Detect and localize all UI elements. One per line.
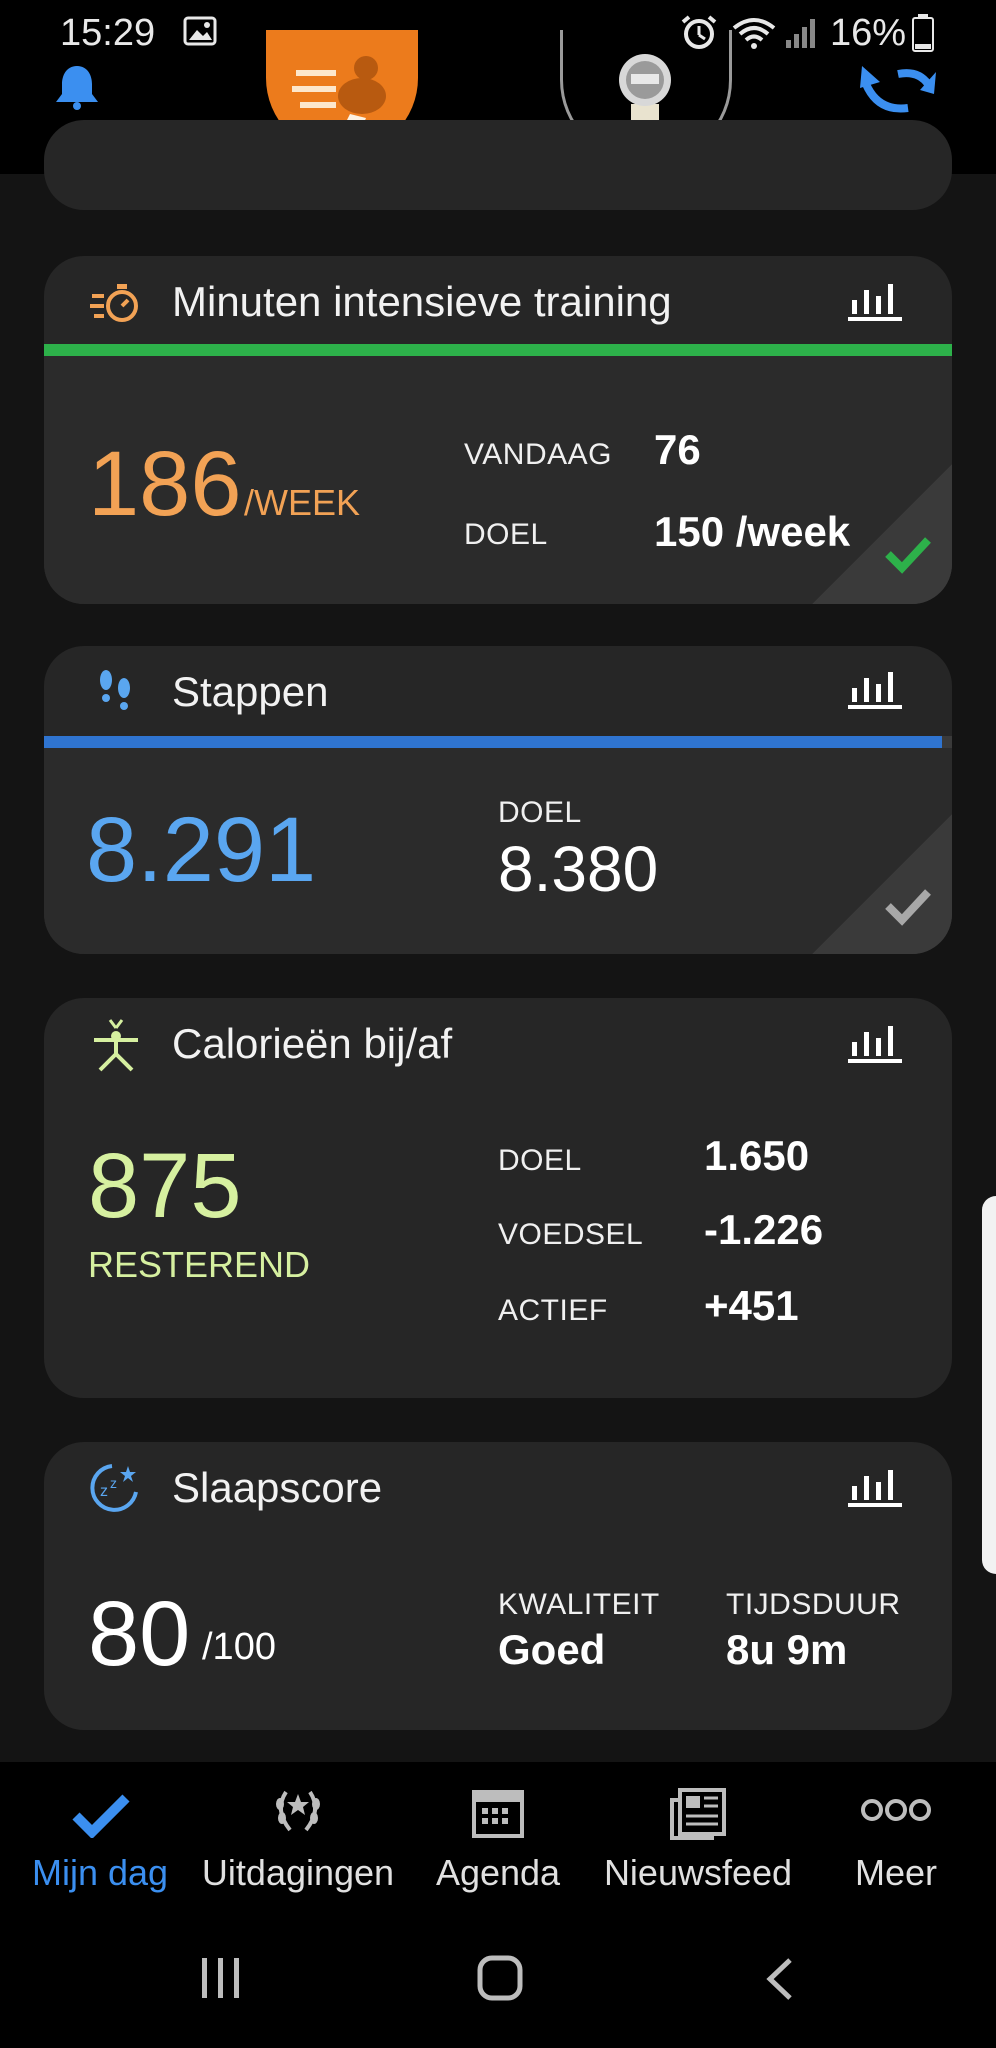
newsfeed-icon [670, 1788, 726, 1840]
goal-label: DOEL [464, 518, 548, 551]
nav-label-mijn-dag: Mijn dag [31, 1852, 169, 1893]
remaining-label: RESTEREND [88, 1244, 311, 1285]
goal-label: DOEL [498, 796, 582, 829]
quality-label: KWALITEIT [498, 1588, 660, 1621]
nav-label-nieuwsfeed: Nieuwsfeed [603, 1852, 793, 1893]
nav-label-agenda: Agenda [435, 1852, 561, 1893]
active-label: ACTIEF [498, 1294, 608, 1327]
duration-label: TIJDSDUUR [726, 1588, 901, 1621]
edge-panel-handle[interactable] [982, 1196, 996, 1574]
progress-track [44, 736, 952, 748]
svg-text:z: z [100, 1483, 108, 1500]
big-value: 80 [88, 1583, 191, 1685]
progress-bar [44, 344, 952, 356]
calendar-icon [472, 1790, 524, 1838]
unit-label: /WEEK [244, 482, 361, 523]
card-title: Slaapscore [172, 1464, 383, 1511]
nav-label-meer: Meer [854, 1852, 938, 1893]
today-value: 76 [654, 426, 701, 473]
recent-apps-icon[interactable] [198, 1956, 246, 2000]
steps-card[interactable]: Stappen 8.291 DOEL 8.380 [44, 646, 952, 954]
big-value: 8.291 [86, 799, 317, 901]
gallery-notification-icon [183, 16, 217, 46]
sleep-icon: z z [90, 1464, 138, 1512]
more-icon [861, 1799, 931, 1821]
nav-label-uitdagingen: Uitdagingen [201, 1852, 395, 1893]
unit-label: /100 [202, 1626, 276, 1668]
svg-text:z: z [110, 1475, 117, 1491]
big-value: 186 [88, 433, 242, 535]
footsteps-icon [100, 670, 130, 710]
watch-icon [619, 54, 671, 126]
card-title: Stappen [172, 668, 329, 715]
checkmark-icon [885, 889, 931, 926]
progress-fill [44, 736, 942, 748]
checkmark-icon [885, 537, 931, 574]
chart-icon[interactable] [848, 278, 904, 322]
sync-icon[interactable] [858, 60, 938, 118]
food-label: VOEDSEL [498, 1218, 644, 1251]
sleep-score-card[interactable]: z z Slaapscore 80 /100 KWALITEIT Goed TI… [44, 1442, 952, 1730]
battery-icon [912, 14, 934, 52]
back-icon[interactable] [764, 1956, 796, 2002]
signal-icon [786, 19, 815, 48]
goal-corner [812, 814, 952, 954]
previous-card-peek [44, 120, 952, 210]
duration-value: 8u 9m [726, 1626, 848, 1673]
laurel-icon [276, 1790, 320, 1832]
goal-value: 1.650 [704, 1132, 810, 1179]
goal-value: 8.380 [498, 833, 659, 905]
chart-icon[interactable] [848, 1020, 904, 1064]
quality-value: Goed [498, 1626, 606, 1673]
stopwatch-icon [90, 284, 138, 322]
food-value: -1.226 [704, 1206, 824, 1253]
wifi-icon [732, 18, 776, 49]
chart-icon[interactable] [848, 666, 904, 710]
battery-percentage: 16% [830, 12, 907, 54]
card-title: Minuten intensieve training [172, 278, 672, 325]
goal-label: DOEL [498, 1144, 582, 1177]
card-title: Calorieën bij/af [172, 1020, 453, 1067]
calorie-figure-icon [94, 1019, 138, 1072]
status-time: 15:29 [60, 12, 156, 54]
active-value: +451 [704, 1282, 799, 1329]
chart-icon[interactable] [848, 1464, 904, 1508]
notifications-bell-icon[interactable] [52, 62, 102, 110]
intensive-minutes-card[interactable]: Minuten intensieve training 186 /WEEK VA… [44, 256, 952, 604]
today-label: VANDAAG [464, 438, 612, 471]
home-icon[interactable] [476, 1954, 524, 2002]
calories-card[interactable]: Calorieën bij/af 875 RESTEREND DOEL 1.65… [44, 998, 952, 1398]
big-value: 875 [88, 1135, 242, 1237]
check-icon [72, 1794, 130, 1838]
